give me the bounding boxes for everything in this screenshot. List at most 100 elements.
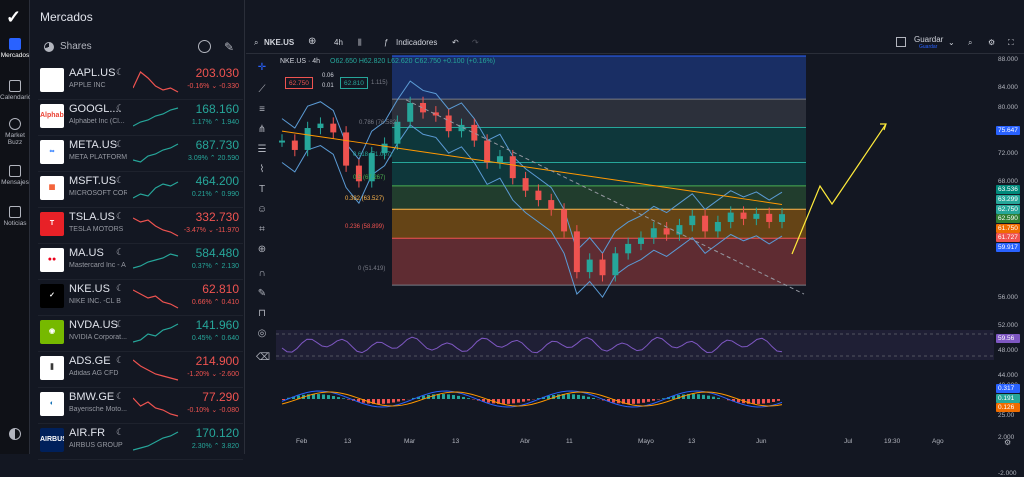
watchlist-row[interactable]: ◐BMW.GE☾Bayerische Moto...77.290-0.10% ⌄… xyxy=(38,388,243,424)
price-tag: 63.299 xyxy=(996,195,1020,204)
ruler-icon[interactable]: ⌗ xyxy=(256,224,268,236)
text-icon[interactable]: T xyxy=(256,184,268,196)
watchlist-row[interactable]: ●●MA.US☾Mastercard Inc - A584.4800.37% ⌃… xyxy=(38,244,243,280)
time-axis[interactable]: Feb13Mar13Abr11Mayo13JunJul19:30Ago xyxy=(276,436,994,450)
fib-icon[interactable]: ☰ xyxy=(256,144,268,156)
watchlist-row[interactable]: ⫼ADS.GE☾Adidas AG CFD214.900-1.20% ⌄ -2.… xyxy=(38,352,243,388)
pitchfork-icon[interactable]: ⋔ xyxy=(256,124,268,136)
fib-level-label: 0.5 (67.267) xyxy=(353,175,385,181)
time-axis-label: 13 xyxy=(688,438,695,445)
interval-selector[interactable]: 4h xyxy=(334,38,343,47)
settings-axis-icon[interactable]: ⚙ xyxy=(1004,438,1011,447)
watchlist-row[interactable]: ✓NKE.US☾NIKE INC. -CL B62.8100.66% ⌃ 0.4… xyxy=(38,280,243,316)
macd-histogram-bar xyxy=(647,399,650,402)
settings-icon[interactable]: ⚙ xyxy=(988,38,995,47)
buy-price-box[interactable]: 62.810 xyxy=(340,77,368,89)
lock-drawing-icon[interactable]: ✎ xyxy=(256,288,268,300)
symbol-selector[interactable]: NKE.US xyxy=(264,38,294,47)
zoom-in-icon[interactable]: ⊕ xyxy=(256,244,268,256)
candle-body xyxy=(305,128,311,150)
candle-body xyxy=(612,253,618,275)
lock-icon[interactable]: ⊓ xyxy=(256,308,268,320)
layout-icon[interactable] xyxy=(896,37,906,47)
moon-icon: ☾ xyxy=(116,67,124,78)
nav-item-mercados[interactable]: Mercados xyxy=(0,38,30,59)
sparkline xyxy=(133,356,179,382)
legend-ohlc: O62.650 H62.820 L62.620 C62.750 +0.100 (… xyxy=(330,58,495,65)
change-label: -3.47% ⌄ -11.970 xyxy=(184,226,239,234)
zoom-icon[interactable]: ⌕ xyxy=(968,38,972,48)
change-label: 1.17% ⌃ 1.940 xyxy=(192,118,239,126)
theme-toggle[interactable] xyxy=(0,428,30,442)
fullscreen-icon[interactable]: ⛶ xyxy=(1008,38,1014,48)
symbol-label: ADS.GE xyxy=(69,355,111,367)
indicators-button[interactable]: Indicadores xyxy=(396,38,437,47)
magnet-icon[interactable]: ∩ xyxy=(256,268,268,280)
nav-item-market-buzz[interactable]: Market Buzz xyxy=(0,118,30,146)
change-label: 2.30% ⌃ 3.820 xyxy=(192,442,239,450)
chart-area[interactable] xyxy=(276,54,994,444)
candle-body xyxy=(625,244,631,253)
symbol-label: BMW.GE xyxy=(69,391,114,403)
chart-legend: NKE.US · 4h O62.650 H62.820 L62.620 C62.… xyxy=(280,58,495,65)
time-axis-label: 11 xyxy=(566,438,573,445)
macd-histogram-bar xyxy=(637,399,640,403)
chart-type-icon[interactable]: ⫼ xyxy=(358,38,362,48)
eye-icon[interactable]: ◎ xyxy=(256,328,268,340)
macd-histogram-bar xyxy=(347,399,350,400)
trash-icon[interactable]: ⌫ xyxy=(256,352,268,364)
projection-line xyxy=(792,124,886,254)
shares-label[interactable]: Shares xyxy=(60,41,92,52)
crosshair-icon[interactable]: ✛ xyxy=(256,62,268,74)
nav-item-mensajes[interactable]: Mensajes xyxy=(0,165,30,186)
spread-bottom: 0.01 xyxy=(322,83,334,89)
price-tag: 59.56 xyxy=(996,334,1020,343)
nav-item-noticias[interactable]: Noticias xyxy=(0,206,30,227)
watchlist-row[interactable]: AlphabetGOOGL....☾Alphabet Inc (Cl...168… xyxy=(38,100,243,136)
company-logo: ◉ xyxy=(40,320,64,344)
symbol-search-icon[interactable]: ⌕ xyxy=(254,38,258,48)
price-tag: 62.590 xyxy=(996,214,1020,223)
indicators-icon[interactable]: ƒ xyxy=(384,38,388,47)
symbol-label: MSFT.US xyxy=(69,175,116,187)
company-logo: ∞ xyxy=(40,140,64,164)
trendline-icon[interactable]: ⟋ xyxy=(256,84,268,96)
watchlist-row[interactable]: TTSLA.US☾TESLA MOTORS332.730-3.47% ⌄ -11… xyxy=(38,208,243,244)
search-icon[interactable] xyxy=(198,40,211,53)
watchlist-row[interactable]: ∞META.US☾META PLATFORM...687.7303.09% ⌃ … xyxy=(38,136,243,172)
app-logo[interactable]: ✓ xyxy=(6,8,24,26)
time-axis-label: 19:30 xyxy=(884,438,900,445)
candle-body xyxy=(587,260,593,273)
time-axis-label: Jul xyxy=(844,438,852,445)
price-label: 168.160 xyxy=(196,102,239,116)
save-button[interactable]: Guardar xyxy=(914,35,943,44)
price-chart[interactable] xyxy=(276,54,994,436)
edit-icon[interactable]: ✎ xyxy=(224,40,234,54)
price-label: 203.030 xyxy=(196,66,239,80)
symbol-label: GOOGL.... xyxy=(69,103,122,115)
price-axis-label: -2.000 xyxy=(998,470,1016,477)
company-logo: ◐ xyxy=(40,392,64,416)
watchlist-row[interactable]: ▦MSFT.US☾MICROSOFT CORP464.2000.21% ⌃ 0.… xyxy=(38,172,243,208)
candle-body xyxy=(330,124,336,133)
emoji-icon[interactable]: ☺ xyxy=(256,204,268,216)
redo-icon[interactable]: ↷ xyxy=(472,38,479,47)
undo-icon[interactable]: ↶ xyxy=(452,38,459,47)
watchlist-row[interactable]: AIRBUSAIR.FR☾AIRBUS GROUP170.1202.30% ⌃ … xyxy=(38,424,243,460)
time-axis-label: Abr xyxy=(520,438,530,445)
sell-price-box[interactable]: 62.750 xyxy=(285,77,313,89)
horizontal-lines-icon[interactable]: ≡ xyxy=(256,104,268,116)
price-axis[interactable]: 88.00084.00080.00072.00068.00056.00052.0… xyxy=(994,54,1024,434)
watchlist-row[interactable]: ◉NVDA.US☾NVIDIA Corporat...141.9600.45% … xyxy=(38,316,243,352)
save-dropdown-icon[interactable]: ⌄ xyxy=(948,38,955,47)
company-logo: Alphabet xyxy=(40,104,64,128)
watchlist-row[interactable]: AAPL.US☾APPLE INC203.030-0.16% ⌄ -0.330 xyxy=(38,64,243,100)
pattern-icon[interactable]: ⌇ xyxy=(256,164,268,176)
nav-item-calendario[interactable]: Calendario xyxy=(0,80,30,101)
candle-body xyxy=(279,141,285,143)
time-axis-label: Jun xyxy=(756,438,766,445)
company-name: META PLATFORM... xyxy=(69,154,127,161)
add-symbol-icon[interactable]: ⊕ xyxy=(308,36,316,47)
time-axis-label: 13 xyxy=(344,438,351,445)
macd-histogram-bar xyxy=(777,399,780,401)
